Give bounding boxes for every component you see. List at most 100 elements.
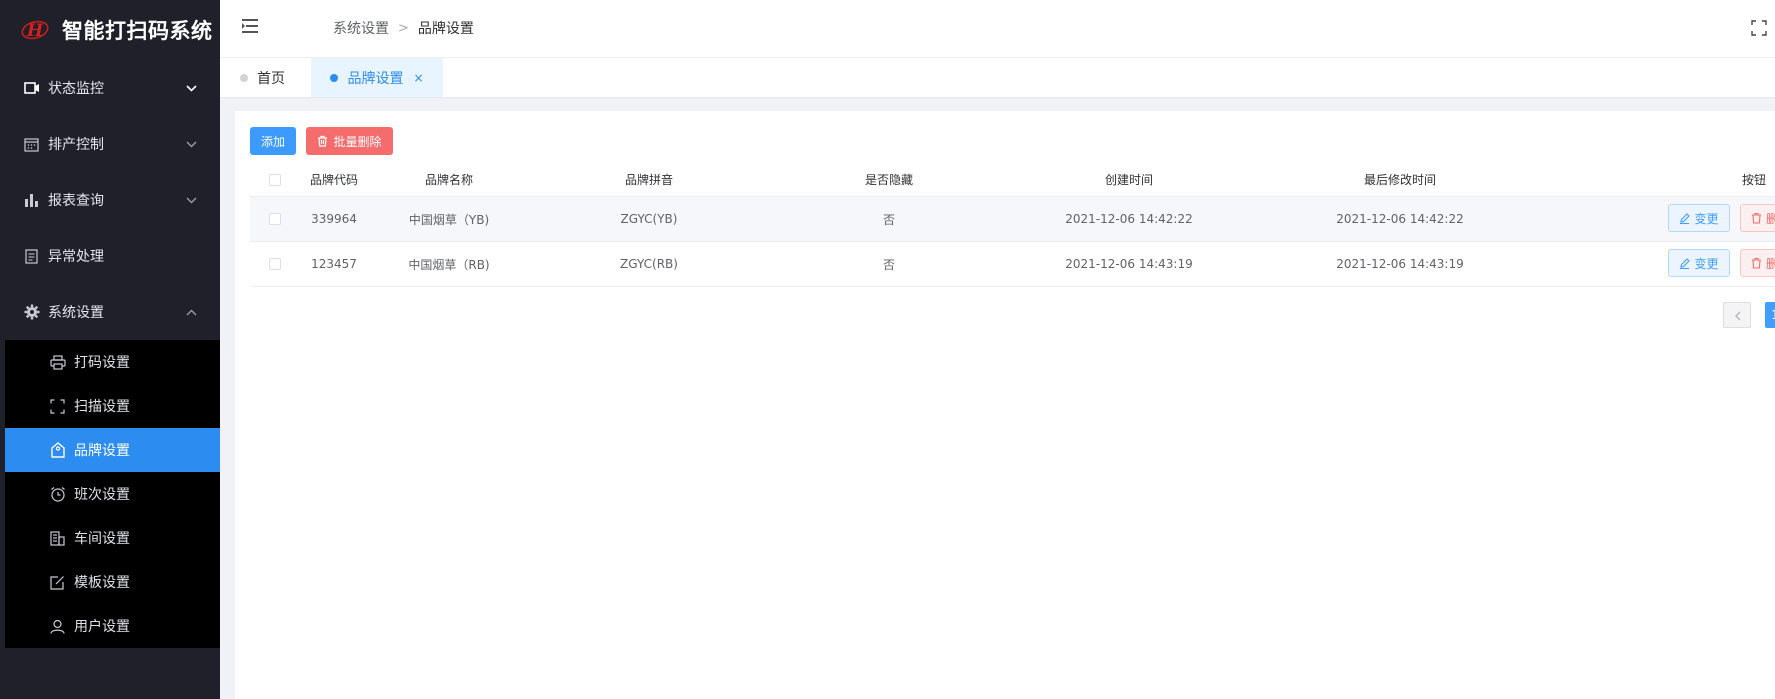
breadcrumb: 系统设置 > 品牌设置 [333, 18, 474, 38]
modified-time: 2021-12-06 14:42:22 [1336, 212, 1464, 226]
menu-item-production-control[interactable]: 排产控制 [0, 116, 220, 172]
chevron-down-icon [184, 137, 198, 151]
table-row[interactable]: 123457 中国烟草（RB) ZGYC(RB) 否 2021-12-06 14… [250, 242, 1775, 287]
submenu-label: 班次设置 [74, 487, 130, 503]
submenu-label: 扫描设置 [74, 399, 130, 415]
tab-home[interactable]: 首页 [240, 58, 285, 97]
submenu-item-shift-settings[interactable]: 班次设置 [5, 472, 220, 516]
video-camera-icon [23, 80, 40, 97]
column-header: 最后修改时间 [1363, 173, 1436, 187]
scan-icon [49, 398, 66, 415]
brand-code: 123457 [311, 257, 357, 271]
edit-label: 变更 [1694, 211, 1719, 226]
sidebar: H 智能打扫码系统 状态监控 排产控制 报表查询 异常处理 系统设置 打码设置 … [0, 0, 220, 699]
submenu-item-scan-settings[interactable]: 扫描设置 [5, 384, 220, 428]
chevron-down-icon [184, 193, 198, 207]
brand: H 智能打扫码系统 [0, 0, 220, 60]
brand-name: 中国烟草（RB) [408, 257, 490, 272]
menu-label: 报表查询 [48, 193, 104, 209]
table-row[interactable]: 339964 中国烟草（YB) ZGYC(YB) 否 2021-12-06 14… [250, 197, 1775, 242]
tab-dot [240, 73, 248, 82]
row-checkbox[interactable] [269, 258, 281, 270]
column-header: 品牌拼音 [624, 173, 673, 187]
created-time: 2021-12-06 14:43:19 [1065, 257, 1193, 271]
alarm-clock-icon [49, 486, 66, 503]
submenu-item-workshop-settings[interactable]: 车间设置 [5, 516, 220, 560]
breadcrumb-item: 品牌设置 [417, 21, 474, 37]
chevron-left-icon [1734, 306, 1741, 325]
chevron-down-icon [184, 81, 198, 95]
submenu-item-user-settings[interactable]: 用户设置 [5, 604, 220, 648]
toolbar: 添加 批量删除 [250, 127, 393, 155]
submenu-label: 打码设置 [74, 355, 130, 371]
delete-button[interactable]: 删除 [1740, 249, 1775, 277]
column-header: 创建时间 [1104, 173, 1153, 187]
delete-button[interactable]: 删除 [1740, 204, 1775, 232]
trash-icon [317, 135, 328, 147]
pagination-current-page[interactable]: 1 [1765, 302, 1775, 328]
tag-icon [49, 442, 66, 459]
column-header: 是否隐藏 [864, 173, 913, 187]
menu-item-report-query[interactable]: 报表查询 [0, 172, 220, 228]
svg-text:H: H [26, 21, 44, 41]
edit-button[interactable]: 变更 [1668, 249, 1730, 277]
brand-code: 339964 [311, 212, 357, 226]
batch-delete-button[interactable]: 批量删除 [306, 127, 393, 155]
system-settings-submenu: 打码设置 扫描设置 品牌设置 班次设置 车间设置 模板设置 用户设置 [5, 340, 220, 648]
menu-label: 排产控制 [48, 137, 104, 153]
submenu-item-print-settings[interactable]: 打码设置 [5, 340, 220, 384]
bar-chart-icon [23, 192, 40, 209]
brand-name: 中国烟草（YB) [408, 212, 490, 227]
edit-icon [1679, 212, 1691, 224]
menu-label: 状态监控 [48, 81, 104, 97]
breadcrumb-separator: > [398, 20, 409, 36]
menu-item-system-settings[interactable]: 系统设置 [0, 284, 220, 340]
tab-label: 首页 [257, 70, 285, 87]
submenu-label: 车间设置 [74, 531, 130, 547]
table-header-row: 品牌代码 品牌名称 品牌拼音 是否隐藏 创建时间 最后修改时间 按钮 [250, 163, 1775, 197]
edit-label: 变更 [1694, 256, 1719, 271]
menu-item-status-monitor[interactable]: 状态监控 [0, 60, 220, 116]
menu-label: 系统设置 [48, 305, 104, 321]
logo-icon: H [20, 16, 54, 44]
submenu-label: 品牌设置 [74, 443, 130, 459]
batch-delete-label: 批量删除 [333, 134, 382, 149]
gear-icon [23, 304, 40, 321]
tab-brand-settings[interactable]: 品牌设置 × [311, 58, 443, 97]
is-hidden: 否 [882, 257, 895, 272]
edit-icon [49, 574, 66, 591]
brand-pinyin: ZGYC(YB) [620, 212, 678, 226]
trash-icon [1751, 257, 1762, 269]
fullscreen-icon[interactable] [1751, 20, 1767, 36]
brand-table: 品牌代码 品牌名称 品牌拼音 是否隐藏 创建时间 最后修改时间 按钮 33996… [250, 163, 1775, 287]
submenu-label: 用户设置 [74, 619, 130, 635]
delete-label: 删除 [1766, 255, 1775, 272]
breadcrumb-item[interactable]: 系统设置 [333, 18, 389, 38]
delete-label: 删除 [1766, 210, 1775, 227]
select-all-checkbox[interactable] [269, 173, 281, 186]
submenu-item-template-settings[interactable]: 模板设置 [5, 560, 220, 604]
row-checkbox[interactable] [269, 213, 281, 225]
top-header: 系统设置 > 品牌设置 [220, 0, 1775, 58]
trash-icon [1751, 212, 1762, 224]
document-icon [23, 248, 40, 265]
is-hidden: 否 [882, 212, 895, 227]
tab-dot [330, 73, 339, 82]
column-header: 按钮 [1742, 173, 1767, 187]
menu-toggle-icon[interactable] [242, 18, 260, 34]
tab-bar: 首页 品牌设置 × [220, 58, 1775, 98]
close-icon[interactable]: × [413, 71, 423, 85]
pagination-prev-button[interactable] [1723, 302, 1751, 328]
edit-icon [1679, 257, 1691, 269]
column-header: 品牌名称 [424, 173, 473, 187]
chevron-up-icon [184, 305, 198, 319]
add-button[interactable]: 添加 [250, 127, 296, 155]
submenu-item-brand-settings[interactable]: 品牌设置 [5, 428, 220, 472]
menu-item-exception-handling[interactable]: 异常处理 [0, 228, 220, 284]
menu-label: 异常处理 [48, 249, 104, 265]
edit-button[interactable]: 变更 [1668, 204, 1730, 232]
user-icon [49, 618, 66, 635]
app-title: 智能打扫码系统 [62, 19, 213, 43]
submenu-label: 模板设置 [74, 575, 130, 591]
created-time: 2021-12-06 14:42:22 [1065, 212, 1193, 226]
